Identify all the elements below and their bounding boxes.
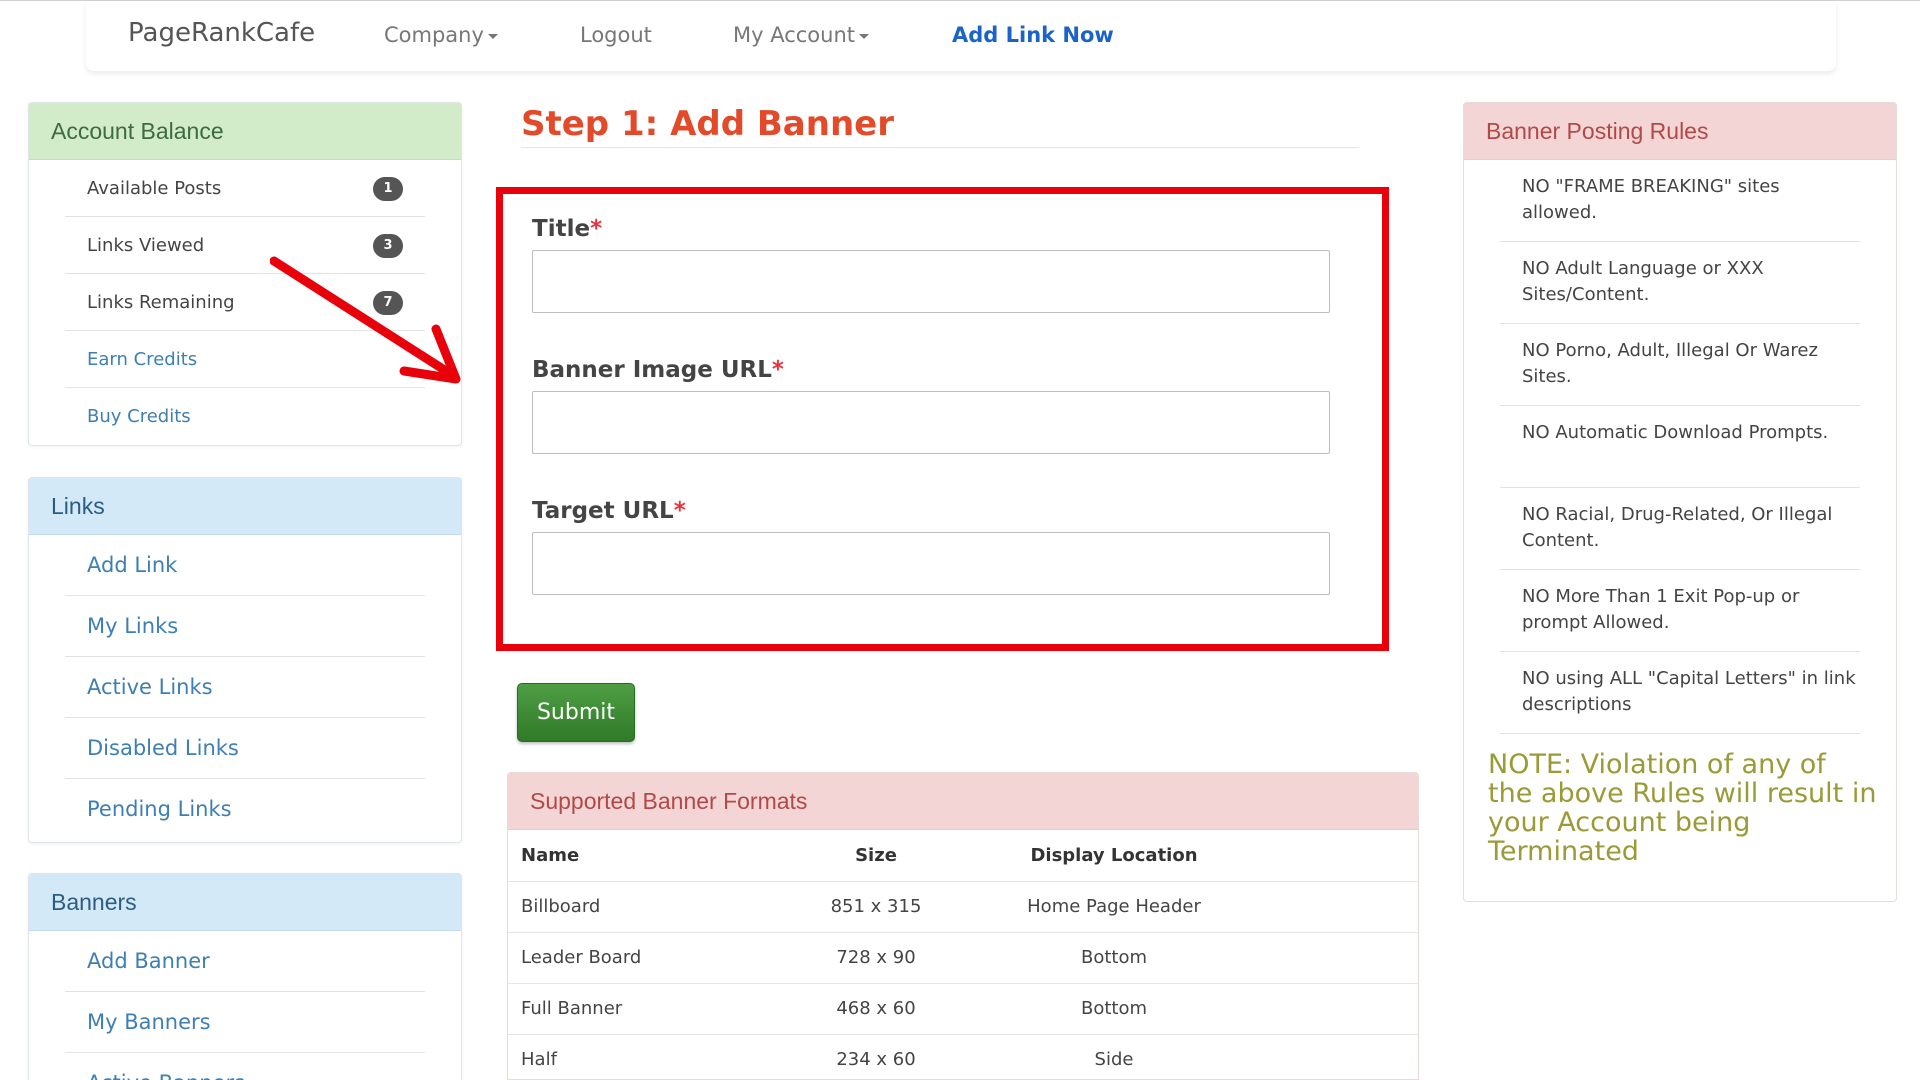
rule-item: NO "FRAME BREAKING" sites allowed. [1500, 160, 1860, 242]
title-label: Title* [532, 216, 602, 242]
table-cell [1274, 1034, 1418, 1079]
banner-formats-panel: Supported Banner Formats Name Size Displ… [507, 772, 1419, 1080]
table-cell: 728 x 90 [798, 932, 954, 984]
required-mark: * [590, 216, 603, 242]
column-header-name: Name [508, 830, 798, 882]
banner-rules-list: NO "FRAME BREAKING" sites allowed. NO Ad… [1464, 160, 1896, 734]
rules-violation-note: NOTE: Violation of any of the above Rule… [1488, 749, 1877, 867]
sidebar-item-disabled-links[interactable]: Disabled Links [65, 718, 425, 779]
sidebar-item-active-links[interactable]: Active Links [65, 657, 425, 718]
banners-panel: Banners Add Banner My Banners Active Ban… [28, 873, 462, 1080]
rule-item: NO using ALL "Capital Letters" in link d… [1500, 652, 1860, 734]
target-url-input[interactable] [532, 532, 1330, 595]
sidebar-item-active-banners[interactable]: Active Banners [65, 1053, 425, 1080]
rule-item: NO Adult Language or XXX Sites/Content. [1500, 242, 1860, 324]
required-mark: * [673, 498, 686, 524]
rule-item: NO Porno, Adult, Illegal Or Warez Sites. [1500, 324, 1860, 406]
nav-add-link-now[interactable]: Add Link Now [952, 23, 1114, 47]
banner-rules-panel: Banner Posting Rules NO "FRAME BREAKING"… [1463, 102, 1897, 902]
table-cell: 468 x 60 [798, 983, 954, 1035]
rule-item: NO More Than 1 Exit Pop-up or prompt All… [1500, 570, 1860, 652]
title-divider [521, 147, 1359, 148]
table-row: Leader Board 728 x 90 Bottom [508, 932, 1418, 984]
table-cell: Side [954, 1034, 1274, 1079]
banner-rules-title: Banner Posting Rules [1464, 103, 1896, 160]
banners-panel-title: Banners [29, 874, 461, 931]
page-title: Step 1: Add Banner [521, 104, 894, 144]
table-cell [1274, 983, 1418, 1035]
table-cell: Leader Board [508, 932, 798, 984]
caret-down-icon [487, 33, 498, 39]
list-item-label: Links Remaining [87, 292, 235, 313]
banner-formats-table: Name Size Display Location Billboard 851… [508, 830, 1418, 1079]
table-cell: Half [508, 1034, 798, 1079]
column-header-size: Size [798, 830, 954, 882]
title-input[interactable] [532, 250, 1330, 313]
sidebar-item-my-banners[interactable]: My Banners [65, 992, 425, 1053]
nav-logout[interactable]: Logout [580, 23, 652, 47]
banner-image-url-label: Banner Image URL* [532, 357, 784, 383]
table-row: Half 234 x 60 Side [508, 1034, 1418, 1079]
buy-credits-link[interactable]: Buy Credits [65, 388, 425, 445]
submit-button[interactable]: Submit [517, 683, 635, 742]
sidebar-item-add-banner[interactable]: Add Banner [65, 931, 425, 992]
table-cell [1274, 881, 1418, 933]
list-item-label: Available Posts [87, 178, 222, 199]
count-badge: 1 [373, 177, 403, 201]
account-balance-title: Account Balance [29, 103, 461, 160]
links-panel: Links Add Link My Links Active Links Dis… [28, 477, 462, 843]
table-cell [1274, 932, 1418, 984]
list-item-available-posts: Available Posts 1 [65, 160, 425, 217]
banner-image-url-input[interactable] [532, 391, 1330, 454]
nav-company-label: Company [384, 23, 484, 47]
nav-my-account-label: My Account [733, 23, 856, 47]
table-cell: 851 x 315 [798, 881, 954, 933]
banner-image-url-label-text: Banner Image URL [532, 357, 772, 383]
banner-formats-title: Supported Banner Formats [508, 773, 1418, 830]
sidebar-item-my-links[interactable]: My Links [65, 596, 425, 657]
sidebar-item-pending-links[interactable]: Pending Links [65, 779, 425, 840]
banners-nav-list: Add Banner My Banners Active Banners [29, 931, 461, 1080]
title-label-text: Title [532, 216, 591, 242]
table-header-row: Name Size Display Location [508, 830, 1418, 882]
column-header-display-location: Display Location [954, 830, 1274, 882]
table-cell: Bottom [954, 932, 1274, 984]
links-nav-list: Add Link My Links Active Links Disabled … [29, 535, 461, 846]
rule-item: NO Automatic Download Prompts. [1500, 406, 1860, 488]
table-cell: Home Page Header [954, 881, 1274, 933]
caret-down-icon [859, 33, 870, 39]
target-url-label-text: Target URL [532, 498, 674, 524]
required-mark: * [771, 357, 784, 383]
annotation-arrow-icon [270, 256, 461, 384]
top-bar: PageRankCafe Company Logout My Account A… [0, 0, 1920, 72]
table-cell: Bottom [954, 983, 1274, 1035]
rule-item: NO Racial, Drug-Related, Or Illegal Cont… [1500, 488, 1860, 570]
nav-my-account[interactable]: My Account [733, 23, 870, 47]
table-cell: Full Banner [508, 983, 798, 1035]
table-cell: 234 x 60 [798, 1034, 954, 1079]
column-header-spacer [1274, 830, 1418, 882]
target-url-label: Target URL* [532, 498, 686, 524]
list-item-label: Links Viewed [87, 235, 205, 256]
table-row: Billboard 851 x 315 Home Page Header [508, 881, 1418, 933]
table-row: Full Banner 468 x 60 Bottom [508, 983, 1418, 1035]
brand-logo[interactable]: PageRankCafe [128, 18, 315, 48]
nav-company[interactable]: Company [384, 23, 498, 47]
sidebar-item-add-link[interactable]: Add Link [65, 535, 425, 596]
table-cell: Billboard [508, 881, 798, 933]
links-panel-title: Links [29, 478, 461, 535]
